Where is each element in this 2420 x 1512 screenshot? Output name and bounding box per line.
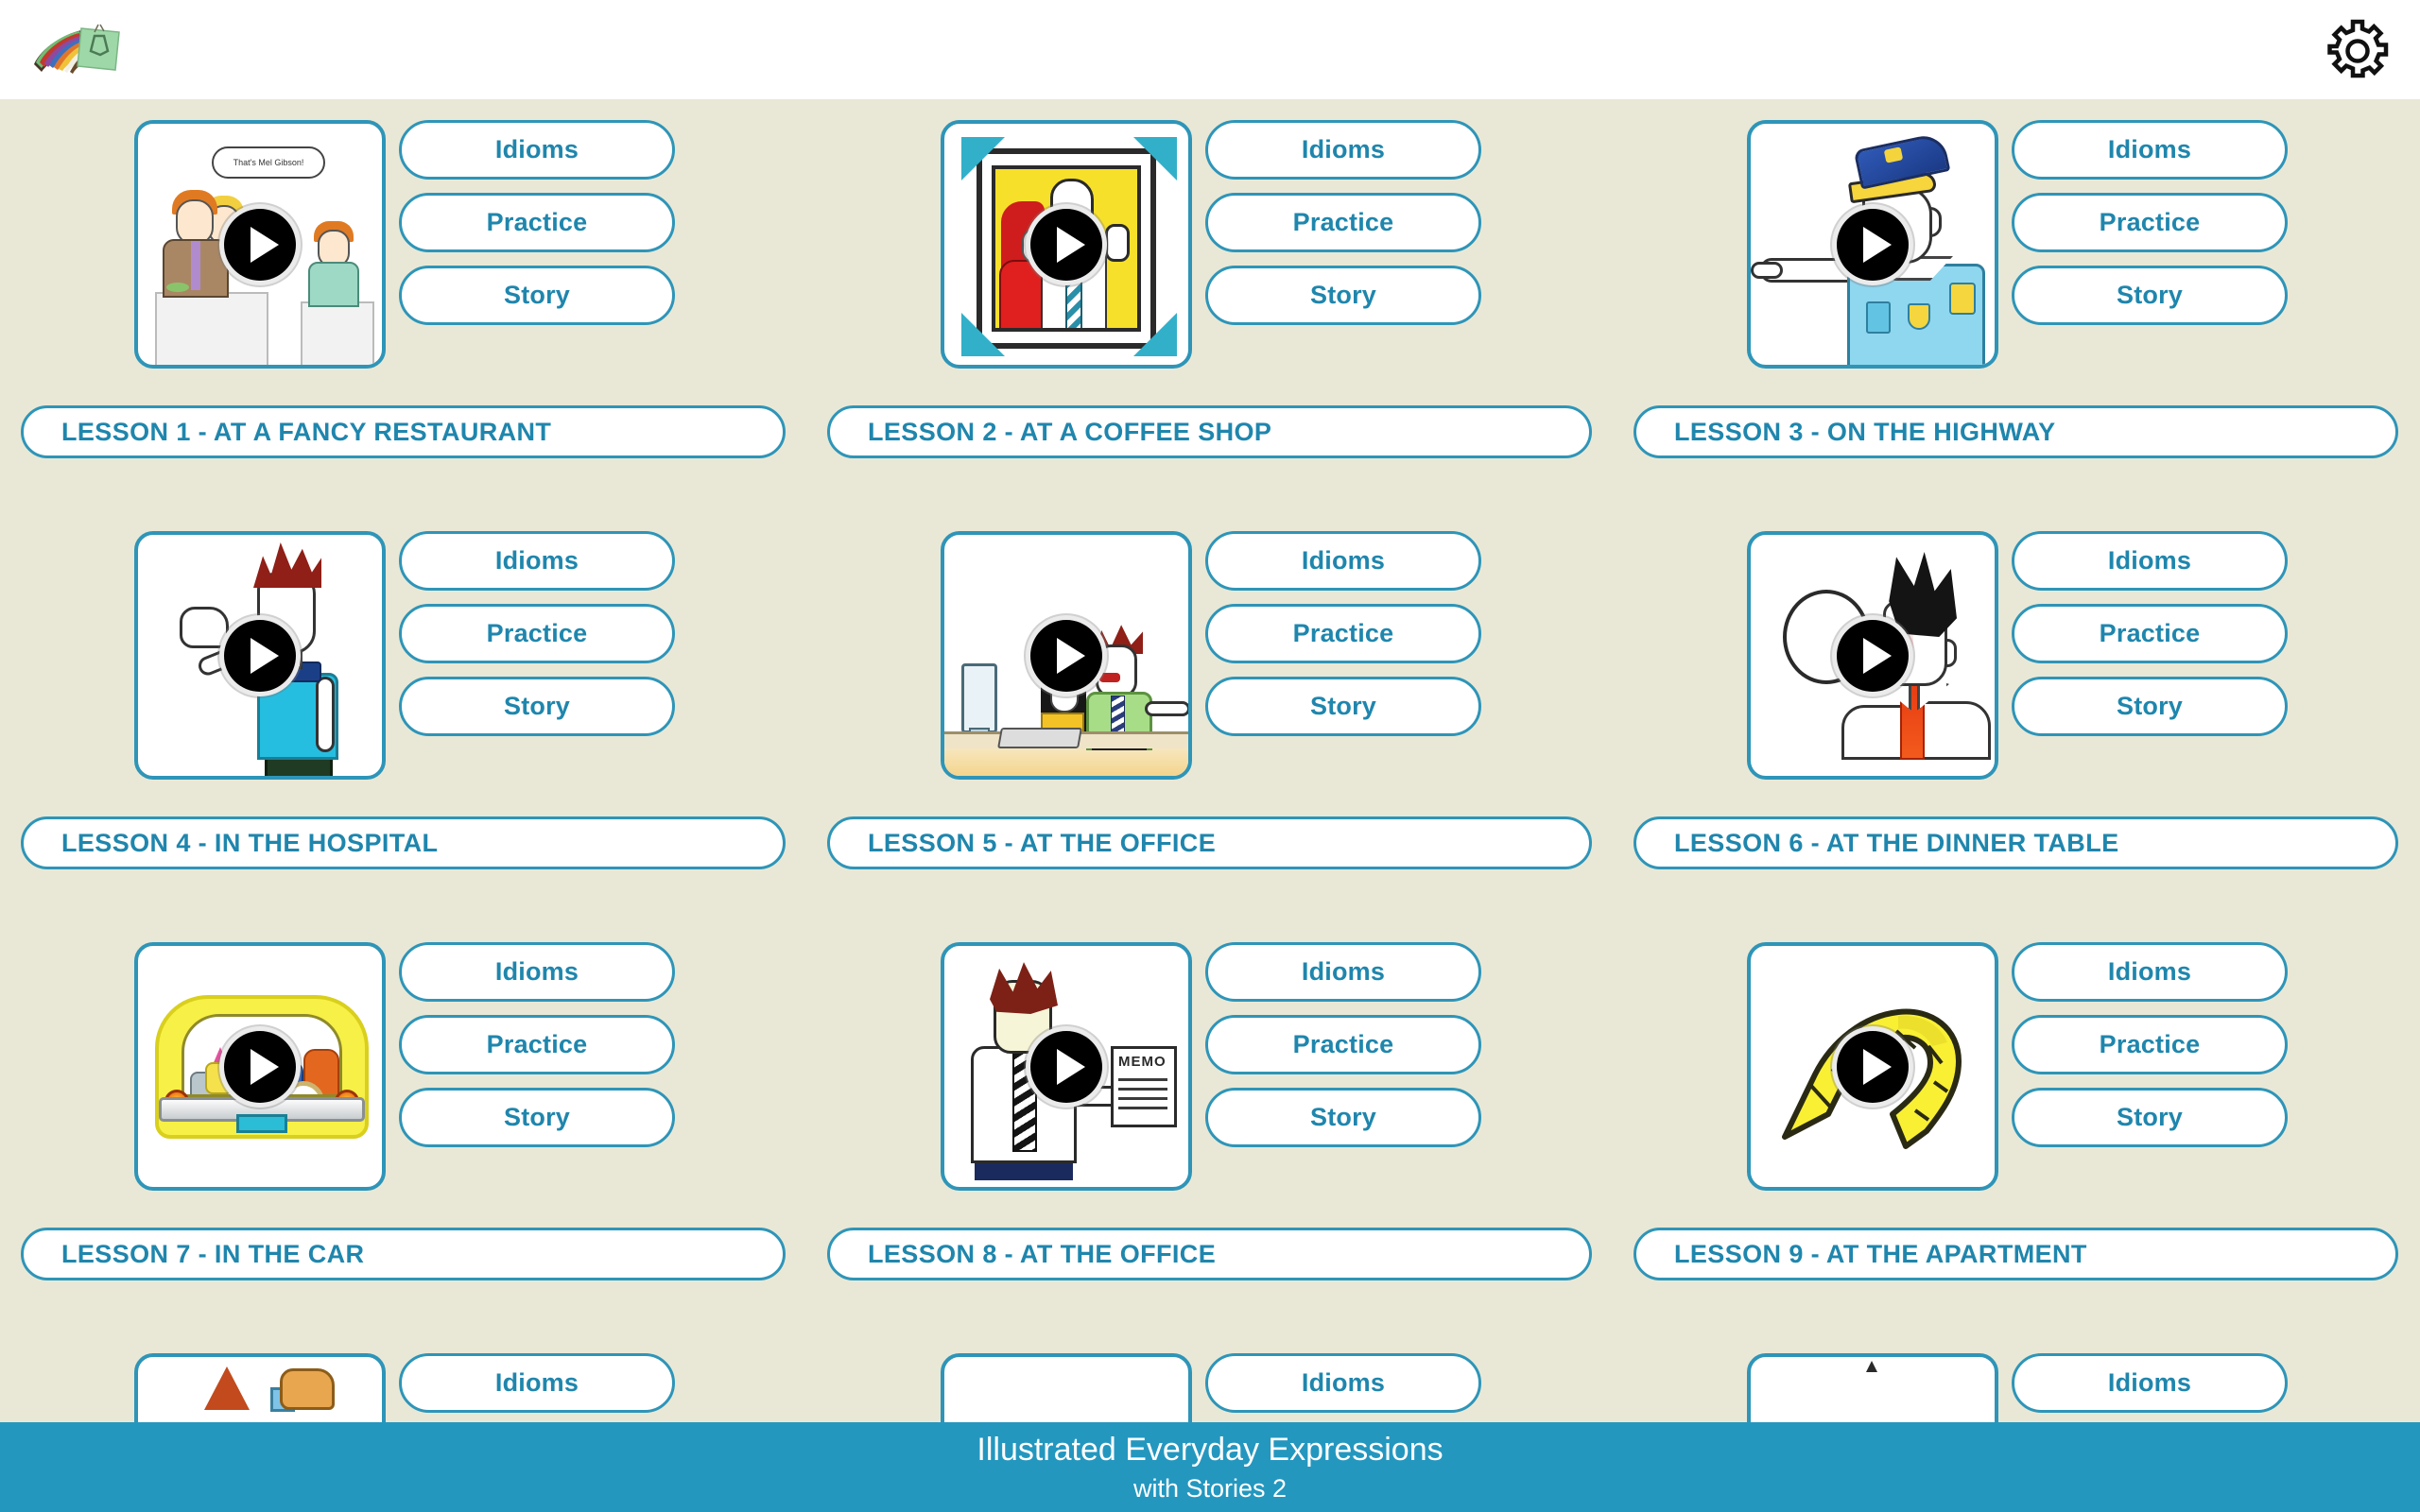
lesson-3-actions: Idioms Practice Story bbox=[2012, 120, 2288, 325]
idioms-button[interactable]: Idioms bbox=[1205, 531, 1481, 591]
practice-button[interactable]: Practice bbox=[399, 1015, 675, 1074]
lesson-title-button[interactable]: LESSON 5 - AT THE OFFICE bbox=[827, 816, 1592, 869]
idioms-button[interactable]: Idioms bbox=[1205, 120, 1481, 180]
idioms-button[interactable]: Idioms bbox=[2012, 531, 2288, 591]
lesson-title-button[interactable]: LESSON 9 - AT THE APARTMENT bbox=[1634, 1228, 2398, 1280]
thumbnail-lesson-7-car[interactable] bbox=[134, 942, 386, 1191]
banner-title: Illustrated Everyday Expressions bbox=[977, 1431, 1443, 1468]
thumbnail-lesson-2-coffee-shop[interactable] bbox=[941, 120, 1192, 369]
story-button[interactable]: Story bbox=[399, 266, 675, 325]
practice-button[interactable]: Practice bbox=[2012, 193, 2288, 252]
settings-gear-button[interactable] bbox=[2324, 17, 2392, 85]
play-icon[interactable] bbox=[1832, 614, 1913, 696]
play-icon[interactable] bbox=[1026, 203, 1107, 285]
story-button[interactable]: Story bbox=[399, 677, 675, 736]
thumbnail-lesson-3-highway[interactable] bbox=[1747, 120, 1998, 369]
practice-button[interactable]: Practice bbox=[399, 193, 675, 252]
play-icon[interactable] bbox=[219, 614, 301, 696]
memo-label: MEMO bbox=[1118, 1054, 1167, 1070]
gear-icon bbox=[2327, 19, 2389, 78]
lesson-row: That's Mel Gibson! Idioms Practice Story… bbox=[0, 120, 2420, 531]
idioms-button[interactable]: Idioms bbox=[399, 531, 675, 591]
lesson-grid: That's Mel Gibson! Idioms Practice Story… bbox=[0, 99, 2420, 1512]
lesson-card-1: That's Mel Gibson! Idioms Practice Story… bbox=[0, 120, 806, 531]
lesson-row: Idioms Practice Story LESSON 4 - IN THE … bbox=[0, 531, 2420, 942]
story-button[interactable]: Story bbox=[2012, 1088, 2288, 1147]
lesson-4-actions: Idioms Practice Story bbox=[399, 531, 675, 736]
lesson-9-actions: Idioms Practice Story bbox=[2012, 942, 2288, 1147]
practice-button[interactable]: Practice bbox=[2012, 604, 2288, 663]
lesson-2-actions: Idioms Practice Story bbox=[1205, 120, 1481, 325]
banner-subtitle: with Stories 2 bbox=[1132, 1473, 1288, 1503]
lesson-title-button[interactable]: LESSON 6 - AT THE DINNER TABLE bbox=[1634, 816, 2398, 869]
color-swatch-fan-logo[interactable] bbox=[28, 15, 130, 83]
lesson-card-6: Idioms Practice Story LESSON 6 - AT THE … bbox=[1613, 531, 2419, 942]
thumbnail-lesson-5-office[interactable] bbox=[941, 531, 1192, 780]
story-button[interactable]: Story bbox=[1205, 1088, 1481, 1147]
lesson-title-button[interactable]: LESSON 2 - AT A COFFEE SHOP bbox=[827, 405, 1592, 458]
practice-button[interactable]: Practice bbox=[1205, 193, 1481, 252]
idioms-button[interactable]: Idioms bbox=[399, 1353, 675, 1413]
story-button[interactable]: Story bbox=[1205, 677, 1481, 736]
speech-bubble: That's Mel Gibson! bbox=[212, 146, 325, 179]
lesson-8-actions: Idioms Practice Story bbox=[1205, 942, 1481, 1147]
idioms-button[interactable]: Idioms bbox=[399, 942, 675, 1002]
thumbnail-lesson-8-office[interactable]: MEMO bbox=[941, 942, 1192, 1191]
idioms-button[interactable]: Idioms bbox=[1205, 942, 1481, 1002]
play-icon[interactable] bbox=[219, 1025, 301, 1108]
lesson-card-3: Idioms Practice Story LESSON 3 - ON THE … bbox=[1613, 120, 2419, 531]
play-icon[interactable] bbox=[1832, 203, 1913, 285]
lesson-card-2: Idioms Practice Story LESSON 2 - AT A CO… bbox=[806, 120, 1613, 531]
lesson-card-9: Idioms Practice Story LESSON 9 - AT THE … bbox=[1613, 942, 2419, 1353]
lesson-title-button[interactable]: LESSON 1 - AT A FANCY RESTAURANT bbox=[21, 405, 786, 458]
story-button[interactable]: Story bbox=[2012, 266, 2288, 325]
app-bottom-banner: Illustrated Everyday Expressions with St… bbox=[0, 1422, 2420, 1512]
play-icon[interactable] bbox=[1026, 1025, 1107, 1108]
story-button[interactable]: Story bbox=[1205, 266, 1481, 325]
lesson-5-actions: Idioms Practice Story bbox=[1205, 531, 1481, 736]
lesson-1-actions: Idioms Practice Story bbox=[399, 120, 675, 325]
lesson-title-button[interactable]: LESSON 3 - ON THE HIGHWAY bbox=[1634, 405, 2398, 458]
app-header bbox=[0, 0, 2420, 99]
idioms-button[interactable]: Idioms bbox=[2012, 1353, 2288, 1413]
lesson-card-4: Idioms Practice Story LESSON 4 - IN THE … bbox=[0, 531, 806, 942]
thumbnail-lesson-9-apartment[interactable] bbox=[1747, 942, 1998, 1191]
story-button[interactable]: Story bbox=[399, 1088, 675, 1147]
lesson-card-7: Idioms Practice Story LESSON 7 - IN THE … bbox=[0, 942, 806, 1353]
lesson-card-5: Idioms Practice Story LESSON 5 - AT THE … bbox=[806, 531, 1613, 942]
lesson-title-button[interactable]: LESSON 4 - IN THE HOSPITAL bbox=[21, 816, 786, 869]
practice-button[interactable]: Practice bbox=[1205, 604, 1481, 663]
story-button[interactable]: Story bbox=[2012, 677, 2288, 736]
thumbnail-lesson-6-dinner-table[interactable] bbox=[1747, 531, 1998, 780]
thumbnail-lesson-1-fancy-restaurant[interactable]: That's Mel Gibson! bbox=[134, 120, 386, 369]
thumbnail-lesson-4-hospital[interactable] bbox=[134, 531, 386, 780]
practice-button[interactable]: Practice bbox=[2012, 1015, 2288, 1074]
play-icon[interactable] bbox=[1026, 614, 1107, 696]
lesson-title-button[interactable]: LESSON 7 - IN THE CAR bbox=[21, 1228, 786, 1280]
idioms-button[interactable]: Idioms bbox=[2012, 120, 2288, 180]
lesson-7-actions: Idioms Practice Story bbox=[399, 942, 675, 1147]
idioms-button[interactable]: Idioms bbox=[399, 120, 675, 180]
lesson-6-actions: Idioms Practice Story bbox=[2012, 531, 2288, 736]
practice-button[interactable]: Practice bbox=[1205, 1015, 1481, 1074]
idioms-button[interactable]: Idioms bbox=[2012, 942, 2288, 1002]
lesson-card-8: MEMO Idioms Practice Story LESSON 8 - AT… bbox=[806, 942, 1613, 1353]
play-icon[interactable] bbox=[219, 203, 301, 285]
lesson-title-button[interactable]: LESSON 8 - AT THE OFFICE bbox=[827, 1228, 1592, 1280]
play-icon[interactable] bbox=[1832, 1025, 1913, 1108]
idioms-button[interactable]: Idioms bbox=[1205, 1353, 1481, 1413]
lesson-grid-scroll-area[interactable]: That's Mel Gibson! Idioms Practice Story… bbox=[0, 99, 2420, 1512]
lesson-row: Idioms Practice Story LESSON 7 - IN THE … bbox=[0, 942, 2420, 1353]
practice-button[interactable]: Practice bbox=[399, 604, 675, 663]
